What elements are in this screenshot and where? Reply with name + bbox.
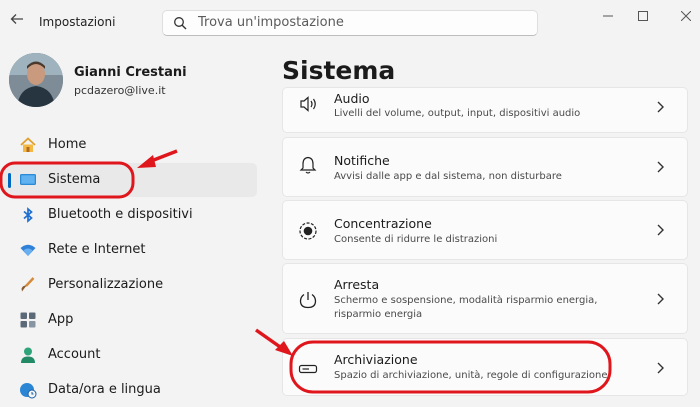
maximize-icon[interactable] [631, 8, 655, 26]
settings-card-title: Audio [334, 91, 370, 106]
sidebar-item-label: Bluetooth e dispositivi [48, 207, 193, 222]
settings-card-title: Archiviazione [334, 352, 418, 367]
wifi-icon [20, 244, 36, 256]
selection-indicator [8, 173, 11, 188]
settings-card-subtitle: Spazio di archiviazione, unità, regole d… [334, 370, 608, 381]
settings-card-subtitle: Schermo e sospensione, modalità risparmi… [334, 295, 598, 320]
back-arrow-icon[interactable] [8, 11, 26, 31]
sidebar-item-label: App [48, 312, 74, 327]
chevron-right-icon [657, 293, 664, 305]
settings-card-arresta[interactable]: Arresta Schermo e sospensione, modalità … [282, 263, 688, 334]
app-title: Impostazioni [39, 15, 116, 29]
title-bar: Impostazioni Trova un'impostazione [0, 0, 700, 46]
sidebar-item-personalizzazione[interactable]: Personalizzazione [4, 268, 257, 302]
chevron-right-icon [657, 362, 664, 374]
chevron-right-icon [657, 161, 664, 173]
settings-card-archiviazione[interactable]: Archiviazione Spazio di archiviazione, u… [282, 338, 688, 396]
sidebar-item-rete[interactable]: Rete e Internet [4, 233, 257, 267]
settings-card-title: Arresta [334, 277, 380, 292]
sidebar-item-app[interactable]: App [4, 303, 257, 337]
sidebar-item-label: Personalizzazione [48, 277, 164, 292]
bell-icon [299, 156, 317, 174]
globe-clock-icon [20, 383, 37, 399]
search-input[interactable]: Trova un'impostazione [162, 10, 538, 36]
account-icon [21, 347, 35, 363]
sidebar-item-home[interactable]: Home [4, 128, 257, 162]
page-title: Sistema [282, 56, 396, 85]
brush-icon [21, 277, 35, 292]
settings-card-subtitle: Avvisi dalle app e dal sistema, non dist… [334, 171, 562, 182]
settings-card-subtitle: Livelli del volume, output, input, dispo… [334, 108, 581, 119]
sidebar-item-sistema[interactable]: Sistema [4, 163, 257, 197]
storage-icon [298, 364, 318, 374]
settings-card-title: Concentrazione [334, 216, 432, 231]
sidebar-item-data-ora[interactable]: Data/ora e lingua [4, 373, 257, 407]
chevron-right-icon [657, 101, 664, 113]
user-email: pcdazero@live.it [74, 84, 166, 97]
speaker-icon [300, 96, 316, 112]
close-icon[interactable] [674, 8, 698, 26]
sidebar-item-account[interactable]: Account [4, 338, 257, 372]
settings-card-title: Notifiche [334, 153, 390, 168]
sidebar-item-bluetooth[interactable]: Bluetooth e dispositivi [4, 198, 257, 232]
home-icon [20, 137, 36, 152]
user-name: Gianni Crestani [74, 65, 187, 80]
chevron-right-icon [657, 224, 664, 236]
monitor-icon [20, 174, 36, 185]
settings-card-subtitle: Consente di ridurre le distrazioni [334, 234, 498, 245]
focus-icon [299, 222, 317, 240]
sidebar-item-label: Home [48, 137, 87, 152]
apps-icon [20, 312, 36, 328]
settings-card-concentrazione[interactable]: Concentrazione Consente di ridurre le di… [282, 200, 688, 260]
search-icon [174, 17, 187, 30]
settings-card-audio[interactable]: Audio Livelli del volume, output, input,… [282, 87, 688, 133]
settings-card-notifiche[interactable]: Notifiche Avvisi dalle app e dal sistema… [282, 137, 688, 197]
sidebar-item-label: Account [48, 347, 101, 362]
sidebar-item-label: Sistema [48, 172, 101, 187]
sidebar-item-label: Rete e Internet [48, 242, 146, 257]
bluetooth-icon [23, 207, 33, 223]
minimize-icon[interactable] [596, 8, 620, 26]
power-icon [299, 292, 317, 309]
search-placeholder: Trova un'impostazione [198, 15, 344, 30]
sidebar-item-label: Data/ora e lingua [48, 382, 161, 397]
avatar[interactable] [9, 53, 63, 107]
